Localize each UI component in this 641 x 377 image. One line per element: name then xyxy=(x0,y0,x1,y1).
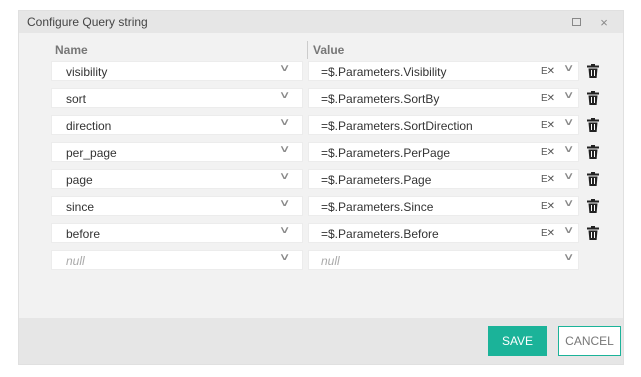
value-column-header: Value xyxy=(313,43,345,57)
chevron-down-icon[interactable]: ∨ xyxy=(562,198,574,209)
expression-mode-icon[interactable]: E✕ xyxy=(541,228,555,239)
maximize-icon[interactable] xyxy=(565,11,587,33)
query-param-row: visibility ∨ =$.Parameters.Visibility E✕ ∨ xyxy=(19,61,623,81)
param-name-value: direction xyxy=(66,119,112,133)
name-placeholder: null xyxy=(66,254,85,268)
trash-icon[interactable] xyxy=(587,226,599,240)
new-param-name-select[interactable]: null ∨ xyxy=(51,250,303,270)
trash-icon[interactable] xyxy=(587,64,599,78)
param-name-value: since xyxy=(66,200,95,214)
chevron-down-icon[interactable]: ∨ xyxy=(278,171,290,182)
param-value-input[interactable]: =$.Parameters.Since E✕ ∨ xyxy=(308,196,579,216)
trash-icon[interactable] xyxy=(587,118,599,132)
trash-icon[interactable] xyxy=(587,199,599,213)
trash-icon[interactable] xyxy=(587,172,599,186)
query-param-row: page ∨ =$.Parameters.Page E✕ ∨ xyxy=(19,169,623,189)
param-name-select[interactable]: since ∨ xyxy=(51,196,303,216)
param-value-input[interactable]: =$.Parameters.PerPage E✕ ∨ xyxy=(308,142,579,162)
save-button[interactable]: SAVE xyxy=(488,326,547,356)
query-param-row: before ∨ =$.Parameters.Before E✕ ∨ xyxy=(19,223,623,243)
new-param-value-input[interactable]: null ∨ xyxy=(308,250,579,270)
chevron-down-icon[interactable]: ∨ xyxy=(278,117,290,128)
expression-mode-icon[interactable]: E✕ xyxy=(541,120,555,131)
param-name-select[interactable]: per_page ∨ xyxy=(51,142,303,162)
dialog-footer: SAVE CANCEL xyxy=(19,318,623,364)
param-name-value: page xyxy=(66,173,93,187)
param-value-text: =$.Parameters.PerPage xyxy=(321,146,451,160)
query-param-row: sort ∨ =$.Parameters.SortBy E✕ ∨ xyxy=(19,88,623,108)
param-value-text: =$.Parameters.Visibility xyxy=(321,65,447,79)
param-name-value: sort xyxy=(66,92,87,106)
param-name-value: before xyxy=(66,227,101,241)
param-value-input[interactable]: =$.Parameters.Before E✕ ∨ xyxy=(308,223,579,243)
configure-query-string-dialog: Configure Query string × Name Value visi… xyxy=(18,10,624,365)
param-name-select[interactable]: before ∨ xyxy=(51,223,303,243)
chevron-down-icon[interactable]: ∨ xyxy=(562,117,574,128)
query-param-row: since ∨ =$.Parameters.Since E✕ ∨ xyxy=(19,196,623,216)
chevron-down-icon[interactable]: ∨ xyxy=(278,144,290,155)
dialog-titlebar: Configure Query string × xyxy=(19,11,623,33)
chevron-down-icon[interactable]: ∨ xyxy=(562,63,574,74)
column-headers: Name Value xyxy=(19,41,623,59)
query-param-row: direction ∨ =$.Parameters.SortDirection E✕ ∨ xyxy=(19,115,623,135)
chevron-down-icon[interactable]: ∨ xyxy=(562,171,574,182)
expression-mode-icon[interactable]: E✕ xyxy=(541,174,555,185)
param-name-select[interactable]: page ∨ xyxy=(51,169,303,189)
param-value-input[interactable]: =$.Parameters.SortBy E✕ ∨ xyxy=(308,88,579,108)
chevron-down-icon[interactable]: ∨ xyxy=(562,90,574,101)
expression-mode-icon[interactable]: E✕ xyxy=(541,66,555,77)
param-value-input[interactable]: =$.Parameters.Visibility E✕ ∨ xyxy=(308,61,579,81)
name-column-header: Name xyxy=(55,43,88,57)
chevron-down-icon[interactable]: ∨ xyxy=(562,225,574,236)
param-value-text: =$.Parameters.Before xyxy=(321,227,439,241)
param-name-value: visibility xyxy=(66,65,108,79)
chevron-down-icon[interactable]: ∨ xyxy=(562,144,574,155)
trash-icon[interactable] xyxy=(587,145,599,159)
expression-mode-icon[interactable]: E✕ xyxy=(541,201,555,212)
query-param-row: per_page ∨ =$.Parameters.PerPage E✕ ∨ xyxy=(19,142,623,162)
dialog-title: Configure Query string xyxy=(27,15,148,29)
param-name-select[interactable]: visibility ∨ xyxy=(51,61,303,81)
param-name-value: per_page xyxy=(66,146,117,160)
new-param-row: null ∨ null ∨ xyxy=(19,250,623,270)
chevron-down-icon[interactable]: ∨ xyxy=(278,90,290,101)
column-separator[interactable] xyxy=(307,41,308,59)
param-value-input[interactable]: =$.Parameters.Page E✕ ∨ xyxy=(308,169,579,189)
trash-icon[interactable] xyxy=(587,91,599,105)
expression-mode-icon[interactable]: E✕ xyxy=(541,147,555,158)
chevron-down-icon[interactable]: ∨ xyxy=(278,252,290,263)
value-placeholder: null xyxy=(321,254,340,268)
param-name-select[interactable]: direction ∨ xyxy=(51,115,303,135)
close-icon[interactable]: × xyxy=(593,11,615,33)
param-value-text: =$.Parameters.Since xyxy=(321,200,434,214)
param-value-text: =$.Parameters.Page xyxy=(321,173,432,187)
chevron-down-icon[interactable]: ∨ xyxy=(562,252,574,263)
chevron-down-icon[interactable]: ∨ xyxy=(278,63,290,74)
cancel-button[interactable]: CANCEL xyxy=(558,326,621,356)
param-value-text: =$.Parameters.SortBy xyxy=(321,92,440,106)
expression-mode-icon[interactable]: E✕ xyxy=(541,93,555,104)
param-value-input[interactable]: =$.Parameters.SortDirection E✕ ∨ xyxy=(308,115,579,135)
param-name-select[interactable]: sort ∨ xyxy=(51,88,303,108)
chevron-down-icon[interactable]: ∨ xyxy=(278,198,290,209)
chevron-down-icon[interactable]: ∨ xyxy=(278,225,290,236)
param-value-text: =$.Parameters.SortDirection xyxy=(321,119,473,133)
